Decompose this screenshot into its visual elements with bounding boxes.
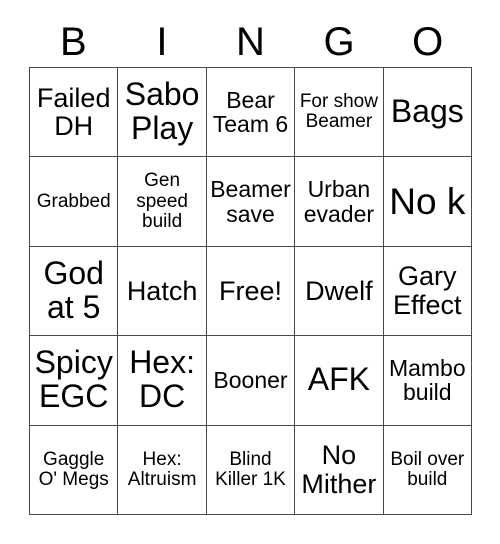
bingo-cell[interactable]: Hex: DC — [118, 336, 207, 426]
bingo-cell-label: Booner — [213, 367, 288, 394]
bingo-cell[interactable]: Gaggle O' Megs — [30, 425, 119, 515]
bingo-header-letter-n: N — [236, 20, 265, 64]
bingo-cell-label: Mambo build — [388, 355, 466, 406]
bingo-cell[interactable]: Gen speed build — [118, 157, 207, 247]
bingo-cell[interactable]: Boil over build — [383, 425, 472, 515]
bingo-cell-label: Boil over build — [390, 448, 465, 490]
bingo-cell[interactable]: Urban evader — [295, 157, 384, 247]
bingo-cell[interactable]: Failed DH — [30, 68, 119, 158]
bingo-header-letter-b: B — [59, 20, 87, 64]
bingo-cell[interactable]: Dwelf — [295, 246, 384, 337]
bingo-cell-label: Blind Killer 1K — [215, 448, 286, 490]
bingo-cell-label: Grabbed — [36, 190, 111, 212]
bingo-cell-label: Urban evader — [303, 176, 375, 227]
bingo-cell-label: Spicy EGC — [34, 344, 113, 415]
bingo-cell-label: Bear Team 6 — [212, 86, 289, 138]
bingo-cell-label: No k — [389, 180, 466, 222]
bingo-cell-label: Dwelf — [305, 275, 373, 306]
bingo-card: B I N G O Failed DH Sabo Play Bear Team 6F… — [0, 0, 500, 544]
bingo-cell[interactable]: Blind Killer 1K — [206, 425, 296, 515]
bingo-cell[interactable]: AFK — [295, 336, 384, 426]
bingo-cell-label: Gen speed build — [136, 170, 188, 232]
bingo-cell[interactable]: Free! — [206, 246, 296, 337]
bingo-cell[interactable]: Sabo Play — [118, 68, 207, 158]
bingo-cell-label: Beamer save — [210, 176, 291, 227]
bingo-cell-label: Gary Effect — [393, 261, 462, 320]
bingo-cell[interactable]: No Mither — [295, 425, 384, 515]
bingo-cell[interactable]: God at 5 — [30, 246, 119, 337]
bingo-cell-label: Free! — [218, 275, 282, 306]
bingo-header-row: B I N G O — [29, 14, 472, 64]
bingo-grid: Failed DH Sabo Play Bear Team 6 For show Be… — [29, 67, 472, 515]
bingo-cell-label: Hatch — [126, 275, 198, 306]
bingo-cell-label: No Mither — [301, 440, 377, 499]
bingo-cell[interactable]: Hatch — [118, 246, 207, 337]
bingo-cell[interactable]: Spicy EGC — [30, 336, 119, 426]
bingo-cell[interactable]: Bags — [383, 68, 472, 158]
bingo-cell-label: Sabo Play — [124, 76, 200, 147]
bingo-cell-label: God at 5 — [43, 255, 104, 325]
bingo-cell[interactable]: Grabbed — [30, 157, 119, 247]
bingo-cell[interactable]: Booner — [206, 336, 296, 426]
bingo-cell-label: Bags — [390, 93, 464, 130]
bingo-header-letter-i: I — [156, 20, 168, 64]
bingo-cell[interactable]: Hex: Altruism — [118, 425, 207, 515]
bingo-cell[interactable]: Mambo build — [383, 336, 472, 426]
bingo-cell-label: AFK — [307, 361, 370, 398]
bingo-cell[interactable]: No k — [383, 157, 472, 247]
bingo-header-letter-g: G — [323, 20, 355, 64]
bingo-cell[interactable]: Beamer save — [206, 157, 296, 247]
bingo-cell[interactable]: For show Beamer — [295, 68, 384, 158]
bingo-cell-label: For show Beamer — [299, 91, 378, 133]
bingo-cell-label: Hex: Altruism — [127, 448, 197, 490]
bingo-cell-label: Hex: DC — [129, 344, 195, 415]
bingo-cell[interactable]: Gary Effect — [383, 246, 472, 337]
bingo-cell[interactable]: Bear Team 6 — [206, 68, 296, 158]
bingo-cell-label: Gaggle O' Megs — [38, 448, 109, 490]
bingo-cell-label: Failed DH — [36, 82, 111, 142]
bingo-header-letter-o: O — [412, 20, 444, 64]
